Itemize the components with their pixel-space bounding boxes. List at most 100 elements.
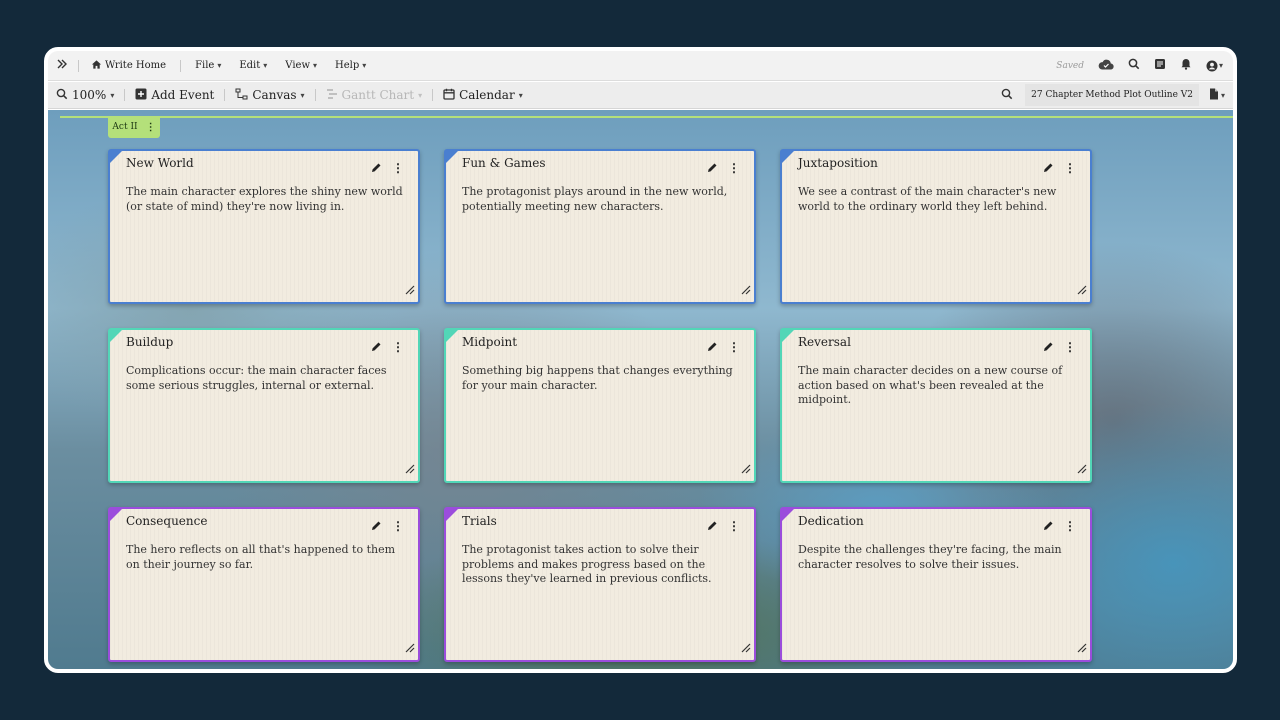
pencil-icon[interactable] <box>371 158 382 177</box>
add-event-button[interactable]: Add Event <box>135 88 214 103</box>
more-vertical-icon[interactable]: ⋮ <box>1064 340 1076 354</box>
menu-file[interactable]: File ▾ <box>195 60 221 71</box>
card-description: The main character decides on a new cour… <box>798 364 1063 406</box>
card-title: Trials <box>462 514 497 528</box>
resize-handle-icon[interactable] <box>1077 459 1087 478</box>
act-tag[interactable]: Act II ⋮ <box>108 116 160 138</box>
more-vertical-icon[interactable]: ⋮ <box>392 161 404 175</box>
event-card[interactable]: Consequence ⋮ The hero reflects on all t… <box>108 507 420 662</box>
saved-status: Saved <box>1056 60 1084 71</box>
resize-handle-icon[interactable] <box>405 638 415 657</box>
card-color-tag <box>445 329 459 343</box>
card-title: New World <box>126 156 194 170</box>
gantt-chart-label: Gantt Chart <box>341 88 415 102</box>
card-title: Fun & Games <box>462 156 546 170</box>
event-card[interactable]: Trials ⋮ The protagonist takes action to… <box>444 507 756 662</box>
pencil-icon[interactable] <box>707 516 718 535</box>
pencil-icon[interactable] <box>707 337 718 356</box>
card-description: Complications occur: the main character … <box>126 364 387 392</box>
canvas-dropdown[interactable]: Canvas ▾ <box>235 88 305 103</box>
pencil-icon[interactable] <box>1043 516 1054 535</box>
card-title: Reversal <box>798 335 851 349</box>
event-card[interactable]: Dedication ⋮ Despite the challenges they… <box>780 507 1092 662</box>
more-vertical-icon[interactable]: ⋮ <box>1064 519 1076 533</box>
search-icon[interactable] <box>1001 88 1013 103</box>
zoom-control[interactable]: 100% ▾ <box>56 88 114 103</box>
menu-help[interactable]: Help ▾ <box>335 60 366 71</box>
event-card[interactable]: New World ⋮ The main character explores … <box>108 149 420 304</box>
document-name: 27 Chapter Method Plot Outline V2 <box>1031 90 1193 100</box>
pencil-icon[interactable] <box>1043 337 1054 356</box>
card-description: Despite the challenges they're facing, t… <box>798 543 1062 571</box>
search-icon[interactable] <box>1128 58 1140 73</box>
canvas-label: Canvas <box>252 88 297 102</box>
resize-handle-icon[interactable] <box>405 280 415 299</box>
event-card[interactable]: Buildup ⋮ Complications occur: the main … <box>108 328 420 483</box>
card-color-tag <box>109 150 123 164</box>
menu-view[interactable]: View ▾ <box>285 60 317 71</box>
more-vertical-icon[interactable]: ⋮ <box>392 519 404 533</box>
card-title: Consequence <box>126 514 208 528</box>
cloud-icon <box>1098 59 1114 73</box>
more-vertical-icon[interactable]: ⋮ <box>728 519 740 533</box>
event-card[interactable]: Fun & Games ⋮ The protagonist plays arou… <box>444 149 756 304</box>
document-icon <box>1209 88 1219 103</box>
write-home-label: Write Home <box>105 60 167 71</box>
resize-handle-icon[interactable] <box>405 459 415 478</box>
card-description: We see a contrast of the main character'… <box>798 185 1057 213</box>
pencil-icon[interactable] <box>371 337 382 356</box>
menu-help-label: Help <box>335 60 360 71</box>
more-vertical-icon[interactable]: ⋮ <box>728 161 740 175</box>
card-description: The hero reflects on all that's happened… <box>126 543 396 571</box>
event-card[interactable]: Juxtaposition ⋮ We see a contrast of the… <box>780 149 1092 304</box>
card-color-tag <box>109 329 123 343</box>
menu-view-label: View <box>285 60 311 71</box>
notes-icon[interactable] <box>1154 58 1166 73</box>
resize-handle-icon[interactable] <box>741 280 751 299</box>
more-vertical-icon[interactable]: ⋮ <box>1064 161 1076 175</box>
card-color-tag <box>445 150 459 164</box>
calendar-icon <box>443 88 455 103</box>
account-icon[interactable]: ▾ <box>1206 60 1223 72</box>
menu-edit[interactable]: Edit ▾ <box>239 60 267 71</box>
card-color-tag <box>781 329 795 343</box>
add-icon <box>135 88 147 103</box>
resize-handle-icon[interactable] <box>741 459 751 478</box>
zoom-icon <box>56 88 68 103</box>
card-description: Something big happens that changes every… <box>462 364 733 392</box>
card-color-tag <box>781 150 795 164</box>
toolbar: 100% ▾ Add Event Canvas ▾ Gantt Chart ▾ <box>48 82 1233 109</box>
document-name-field[interactable]: 27 Chapter Method Plot Outline V2 <box>1025 84 1199 106</box>
event-card[interactable]: Reversal ⋮ The main character decides on… <box>780 328 1092 483</box>
more-vertical-icon[interactable]: ⋮ <box>728 340 740 354</box>
timeline-canvas[interactable]: Act II ⋮ New World ⋮ The main character … <box>48 110 1233 669</box>
write-home-link[interactable]: Write Home <box>91 59 166 73</box>
event-card[interactable]: Midpoint ⋮ Something big happens that ch… <box>444 328 756 483</box>
chevron-down-icon: ▾ <box>217 61 222 70</box>
bell-icon[interactable] <box>1180 58 1192 73</box>
resize-handle-icon[interactable] <box>1077 638 1087 657</box>
card-description: The protagonist takes action to solve th… <box>462 543 712 585</box>
pencil-icon[interactable] <box>1043 158 1054 177</box>
card-description: The protagonist plays around in the new … <box>462 185 728 213</box>
more-vertical-icon[interactable]: ⋮ <box>146 122 156 133</box>
card-color-tag <box>781 508 795 522</box>
menu-bar: Write Home File ▾ Edit ▾ View ▾ Help ▾ Saved… <box>48 51 1233 81</box>
zoom-value: 100% <box>72 88 107 102</box>
card-title: Dedication <box>798 514 864 528</box>
add-event-label: Add Event <box>151 88 215 102</box>
resize-handle-icon[interactable] <box>741 638 751 657</box>
gantt-icon <box>326 88 338 103</box>
menu-file-label: File <box>195 60 215 71</box>
resize-handle-icon[interactable] <box>1077 280 1087 299</box>
chevron-down-icon: ▾ <box>110 90 115 100</box>
expand-sidebar-icon[interactable] <box>56 58 68 73</box>
document-menu[interactable]: ▾ <box>1209 88 1225 103</box>
card-title: Buildup <box>126 335 174 349</box>
pencil-icon[interactable] <box>707 158 718 177</box>
calendar-dropdown[interactable]: Calendar ▾ <box>443 88 523 103</box>
chevron-down-icon: ▾ <box>518 90 523 100</box>
home-icon <box>91 59 102 73</box>
pencil-icon[interactable] <box>371 516 382 535</box>
more-vertical-icon[interactable]: ⋮ <box>392 340 404 354</box>
